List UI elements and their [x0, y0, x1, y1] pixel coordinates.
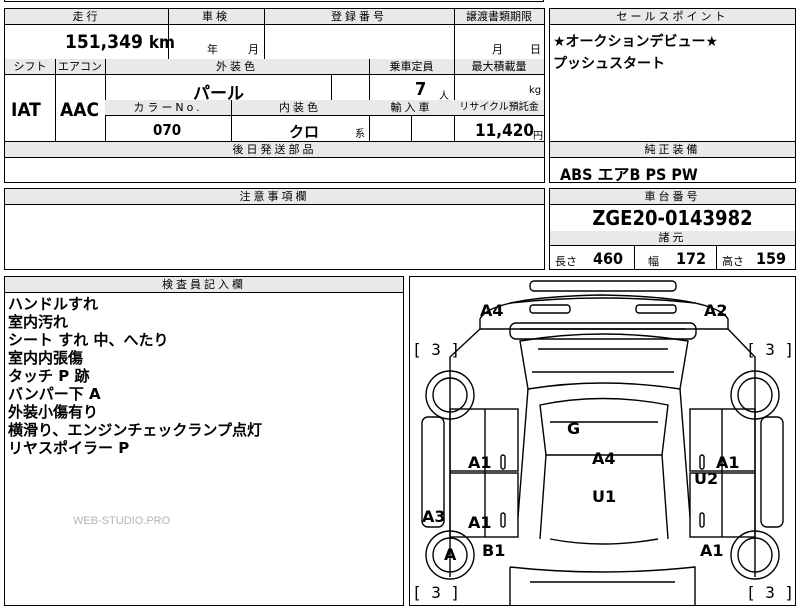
recycle-value: 11,420: [475, 121, 535, 141]
aircon-value: AAC: [60, 99, 100, 121]
inspector-notes: ハンドルすれ 室内汚れ シート すれ 中、へたり 室内内張傷 タッチ P 跡 バ…: [8, 295, 262, 457]
mark-a3-left-side: A3: [422, 507, 446, 526]
mark-u1-roof-rear: U1: [592, 487, 617, 506]
note-line-2: 室内汚れ: [8, 313, 69, 331]
width-label: 幅: [648, 255, 659, 268]
sales-points-box: セールスポイント ★オークションデビュー★ プッシュスタート: [549, 8, 796, 142]
mileage-unit: km: [148, 33, 175, 53]
mileage-value: 151,349 km: [65, 31, 175, 53]
equipment-box: 純正装備 ABS エアB PS PW: [549, 141, 796, 184]
color-no-value: 070: [153, 121, 182, 139]
inspection-header: 車検: [168, 9, 264, 25]
mark-g-windshield: G: [567, 419, 581, 438]
tire-mark-front-right: [ 3 ]: [746, 340, 795, 359]
length-value: 460: [593, 249, 624, 268]
inspector-header: 検査員記入欄: [5, 277, 403, 293]
tire-mark-rear-left: [ 3 ]: [412, 583, 461, 602]
mileage-number: 151,349: [65, 31, 143, 53]
shift-value: IAT: [11, 99, 41, 121]
length-label: 長さ: [555, 255, 577, 268]
note-line-4: 室内内張傷: [8, 349, 84, 367]
sales-point-line-1: ★オークションデビュー★: [553, 34, 719, 50]
mileage-header: 走行: [5, 9, 168, 25]
transfer-day: 日: [530, 43, 541, 56]
transfer-deadline-header: 譲渡書類期限: [454, 9, 544, 25]
width-value: 172: [676, 249, 707, 268]
later-parts-header: 後日発送部品: [5, 142, 544, 158]
recycle-header: リサイクル預託金: [454, 100, 544, 116]
mark-u2-right-door: U2: [694, 469, 719, 488]
note-line-3: シート すれ 中、へたり: [8, 331, 169, 349]
chassis-box: 車台番号 ZGE20-0143982 諸元 長さ 460 幅 172 高さ 15…: [549, 188, 796, 270]
mark-a4-front-left: A4: [480, 301, 504, 320]
note-line-7: 外装小傷有り: [8, 403, 99, 421]
exterior-color-header: 外装色: [105, 59, 369, 75]
import-header: 輸入車: [369, 100, 454, 116]
mark-a1-left-rear-door: A1: [468, 513, 492, 532]
inspection-year: 年: [207, 43, 218, 56]
sales-points-header: セールスポイント: [550, 9, 795, 25]
car-diagram: [421, 280, 784, 605]
chassis-value: ZGE20-0143982: [592, 206, 753, 230]
recycle-unit: 円: [533, 131, 543, 142]
note-line-9: リヤスポイラー P: [8, 439, 130, 457]
note-line-8: 横滑り、エンジンチェックランプ点灯: [8, 421, 262, 439]
mark-a1-right-front-door: A1: [716, 453, 740, 472]
capacity-value: 7: [415, 79, 427, 100]
mark-a2-front-right: A2: [704, 301, 728, 320]
interior-suffix: 系: [355, 129, 365, 140]
capacity-header: 乗車定員: [369, 59, 454, 75]
transfer-month: 月: [492, 43, 503, 56]
max-load-header: 最大積載量: [454, 59, 544, 75]
mark-a-left-rear-tire: A: [444, 545, 457, 564]
equipment-value: ABS エアB PS PW: [560, 165, 698, 184]
interior-color-header: 内装色: [231, 100, 369, 116]
inspector-box: 検査員記入欄 ハンドルすれ 室内汚れ シート すれ 中、へたり 室内内張傷 タッ…: [4, 276, 404, 606]
caution-header: 注意事項欄: [5, 189, 544, 205]
registration-header: 登録番号: [264, 9, 454, 25]
caution-box: 注意事項欄: [4, 188, 545, 270]
mark-a1-right-rear: A1: [700, 541, 724, 560]
note-line-6: バンパー下 A: [8, 385, 101, 403]
dims-header: 諸元: [550, 231, 795, 246]
note-line-5: タッチ P 跡: [8, 367, 90, 385]
shift-header: シフト: [5, 59, 55, 75]
interior-value: クロ: [289, 123, 320, 141]
mark-a4-roof: A4: [592, 449, 616, 468]
tire-mark-front-left: [ 3 ]: [412, 340, 461, 359]
height-label: 高さ: [722, 255, 744, 268]
inspection-month: 月: [248, 43, 259, 56]
mark-a1-left-front-door: A1: [468, 453, 492, 472]
later-parts-box: 後日発送部品: [4, 141, 545, 183]
chassis-header: 車台番号: [550, 189, 795, 205]
load-unit: kg: [529, 85, 542, 96]
height-value: 159: [756, 249, 787, 268]
car-diagram-box: A4 A2 G A1 A4 A1 U2 U1 A3 A1 A B1 A1 [ 3…: [409, 276, 796, 606]
top-fragment-box: [4, 0, 544, 2]
sales-point-line-2: プッシュスタート: [553, 56, 665, 72]
mark-b1-left-rear: B1: [482, 541, 506, 560]
spec-table: 走行 車検 登録番号 譲渡書類期限 151,349 km 年 月 月 日 シフト…: [4, 8, 545, 142]
watermark: WEB-STUDIO.PRO: [73, 515, 171, 527]
aircon-header: エアコン: [55, 59, 105, 75]
note-line-1: ハンドルすれ: [8, 295, 99, 313]
color-no-header: カラーNo.: [105, 100, 231, 116]
equipment-header: 純正装備: [550, 142, 795, 158]
tire-mark-rear-right: [ 3 ]: [746, 583, 795, 602]
